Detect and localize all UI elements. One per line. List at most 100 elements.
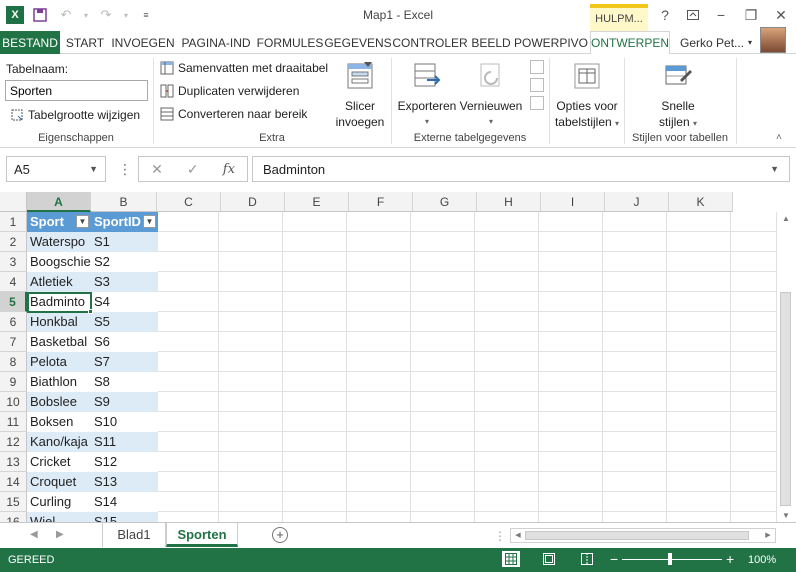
zoom-slider[interactable] bbox=[622, 559, 722, 560]
help-icon[interactable]: ? bbox=[652, 4, 678, 26]
redo-dropdown-icon[interactable]: ▾ bbox=[122, 5, 130, 25]
customize-qat-icon[interactable]: ≡ bbox=[136, 5, 156, 25]
sport-cell[interactable]: Boogschie bbox=[27, 252, 91, 272]
user-account[interactable]: Gerko Pet... ▾ bbox=[680, 31, 752, 54]
row-header-11[interactable]: 11 bbox=[0, 412, 27, 432]
sportid-cell[interactable]: S3 bbox=[91, 272, 158, 292]
properties-small-buttons[interactable] bbox=[527, 60, 547, 110]
column-header-h[interactable]: H bbox=[477, 192, 541, 212]
sportid-cell[interactable]: S13 bbox=[91, 472, 158, 492]
table-header-cell[interactable]: Sport ▼ bbox=[27, 212, 91, 232]
scroll-right-icon[interactable]: ▶ bbox=[759, 531, 777, 539]
avatar[interactable] bbox=[760, 27, 786, 53]
tab-bestand[interactable]: BESTAND bbox=[0, 31, 60, 54]
zoom-level[interactable]: 100% bbox=[748, 554, 776, 566]
sportid-cell[interactable]: S15 bbox=[91, 512, 158, 522]
row-header-6[interactable]: 6 bbox=[0, 312, 27, 332]
restore-icon[interactable]: ❐ bbox=[738, 4, 764, 26]
column-header-b[interactable]: B bbox=[91, 192, 157, 212]
sportid-cell[interactable]: S11 bbox=[91, 432, 158, 452]
column-header-e[interactable]: E bbox=[285, 192, 349, 212]
tab-invoegen[interactable]: INVOEGEN bbox=[110, 31, 176, 54]
sportid-cell[interactable]: S9 bbox=[91, 392, 158, 412]
formula-input[interactable]: Badminton ▼ bbox=[252, 156, 790, 182]
row-header-12[interactable]: 12 bbox=[0, 432, 27, 452]
filter-dropdown-icon[interactable]: ▼ bbox=[143, 215, 156, 228]
pivot-button[interactable]: Samenvatten met draaitabel bbox=[160, 58, 328, 78]
expand-formula-icon[interactable]: ▼ bbox=[770, 164, 779, 174]
sportid-cell[interactable]: S4 bbox=[91, 292, 158, 312]
quick-styles-button[interactable]: Snelle stijlen ▾ bbox=[648, 60, 708, 132]
sport-cell[interactable]: Honkbal bbox=[27, 312, 91, 332]
refresh-button[interactable]: Vernieuwen ▾ bbox=[458, 60, 524, 130]
zoom-in-icon[interactable]: + bbox=[726, 551, 734, 567]
column-header-i[interactable]: I bbox=[541, 192, 605, 212]
zoom-slider-handle[interactable] bbox=[668, 553, 672, 565]
sport-cell[interactable]: Waterspo bbox=[27, 232, 91, 252]
worksheet-grid[interactable]: ABCDEFGHIJK 1 2 3 4 5 6 7 8 9 10 11 12 13 14 15 16 Spor… bbox=[0, 192, 776, 522]
table-header-cell[interactable]: SportID ▼ bbox=[91, 212, 158, 232]
sportid-cell[interactable]: S8 bbox=[91, 372, 158, 392]
column-header-g[interactable]: G bbox=[413, 192, 477, 212]
sport-cell[interactable]: Pelota bbox=[27, 352, 91, 372]
prev-sheet-icon[interactable]: ◀ bbox=[30, 529, 38, 540]
next-sheet-icon[interactable]: ▶ bbox=[56, 529, 64, 540]
sport-cell[interactable]: Kano/kaja bbox=[27, 432, 91, 452]
sheet-tab-blad1[interactable]: Blad1 bbox=[102, 523, 166, 547]
column-header-d[interactable]: D bbox=[221, 192, 285, 212]
undo-icon[interactable]: ↶ bbox=[56, 5, 76, 25]
minimize-icon[interactable]: − bbox=[708, 4, 734, 26]
enter-icon[interactable]: ✓ bbox=[187, 161, 199, 178]
tab-split-grip-icon[interactable]: ⋮ bbox=[494, 529, 506, 543]
normal-view-icon[interactable] bbox=[502, 551, 520, 567]
sport-cell[interactable]: Cricket bbox=[27, 452, 91, 472]
row-header-10[interactable]: 10 bbox=[0, 392, 27, 412]
name-box[interactable]: A5 ▼ bbox=[6, 156, 106, 182]
vertical-scroll-thumb[interactable] bbox=[780, 292, 791, 506]
column-header-c[interactable]: C bbox=[157, 192, 221, 212]
undo-dropdown-icon[interactable]: ▾ bbox=[82, 5, 90, 25]
sportid-cell[interactable]: S2 bbox=[91, 252, 158, 272]
table-name-input[interactable] bbox=[5, 80, 148, 101]
zoom-out-icon[interactable]: − bbox=[610, 551, 618, 567]
column-header-j[interactable]: J bbox=[605, 192, 669, 212]
horizontal-scroll-thumb[interactable] bbox=[525, 531, 749, 540]
remove-duplicates-button[interactable]: Duplicaten verwijderen bbox=[160, 81, 299, 101]
scroll-down-icon[interactable]: ▼ bbox=[777, 511, 795, 520]
row-header-9[interactable]: 9 bbox=[0, 372, 27, 392]
tab-start[interactable]: START bbox=[62, 31, 108, 54]
sport-cell[interactable]: Curling bbox=[27, 492, 91, 512]
tab-powerpivot[interactable]: POWERPIVO bbox=[514, 31, 588, 54]
sportid-cell[interactable]: S12 bbox=[91, 452, 158, 472]
row-header-15[interactable]: 15 bbox=[0, 492, 27, 512]
sport-cell[interactable]: Croquet bbox=[27, 472, 91, 492]
sportid-cell[interactable]: S1 bbox=[91, 232, 158, 252]
export-button[interactable]: Exporteren ▾ bbox=[396, 60, 458, 130]
page-break-view-icon[interactable] bbox=[578, 551, 596, 567]
tab-gegevens[interactable]: GEGEVENS bbox=[324, 31, 391, 54]
formula-bar-grip-icon[interactable]: ⋮ bbox=[118, 161, 132, 178]
tab-pagina-indeling[interactable]: PAGINA-IND bbox=[178, 31, 254, 54]
sportid-cell[interactable]: S10 bbox=[91, 412, 158, 432]
row-header-14[interactable]: 14 bbox=[0, 472, 27, 492]
row-header-5[interactable]: 5 bbox=[0, 292, 27, 312]
row-header-16[interactable]: 16 bbox=[0, 512, 27, 522]
filter-dropdown-icon[interactable]: ▼ bbox=[76, 215, 89, 228]
table-style-options-button[interactable]: Opties voor tabelstijlen ▾ bbox=[552, 60, 622, 132]
sport-cell[interactable]: Boksen bbox=[27, 412, 91, 432]
sport-cell[interactable]: Wiel bbox=[27, 512, 91, 522]
collapse-ribbon-icon[interactable]: ˄ bbox=[776, 132, 782, 143]
insert-function-icon[interactable]: fx bbox=[223, 162, 235, 177]
row-header-2[interactable]: 2 bbox=[0, 232, 27, 252]
sport-cell[interactable]: Basketbal bbox=[27, 332, 91, 352]
select-all-corner[interactable] bbox=[0, 192, 27, 212]
page-layout-view-icon[interactable] bbox=[540, 551, 558, 567]
add-sheet-icon[interactable]: + bbox=[272, 527, 288, 543]
sport-cell[interactable]: Bobslee bbox=[27, 392, 91, 412]
row-header-3[interactable]: 3 bbox=[0, 252, 27, 272]
convert-to-range-button[interactable]: Converteren naar bereik bbox=[160, 104, 307, 124]
tab-beeld[interactable]: BEELD bbox=[470, 31, 512, 54]
row-header-7[interactable]: 7 bbox=[0, 332, 27, 352]
column-header-k[interactable]: K bbox=[669, 192, 733, 212]
sportid-cell[interactable]: S5 bbox=[91, 312, 158, 332]
